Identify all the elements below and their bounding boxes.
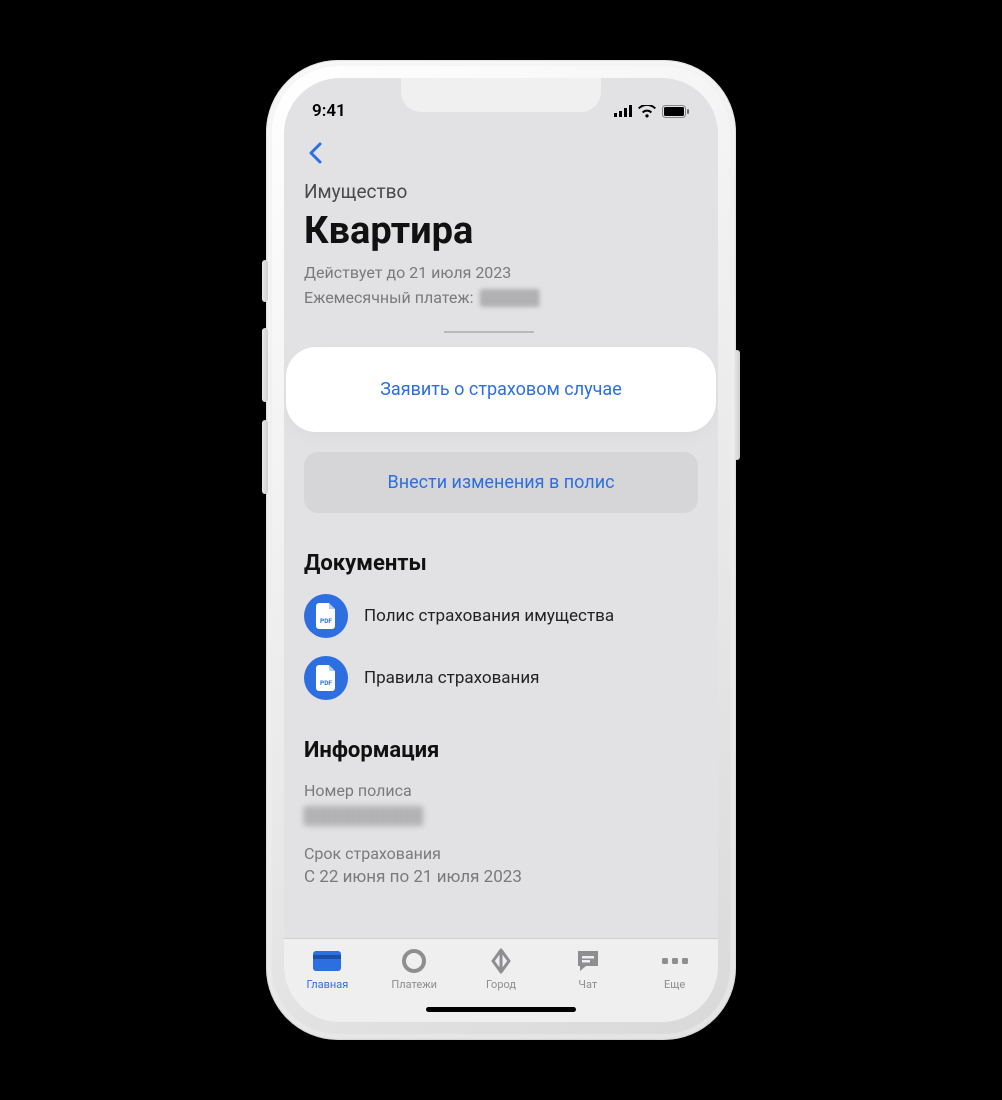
tab-label: Город <box>486 978 516 991</box>
phone-frame: 9:41 <box>266 60 736 1040</box>
tab-payments[interactable]: Платежи <box>378 947 450 991</box>
valid-until: Действует до 21 июля 2023 <box>304 263 698 282</box>
chat-icon <box>575 947 601 975</box>
tab-chat[interactable]: Чат <box>552 947 624 991</box>
report-claim-button[interactable]: Заявить о страховом случае <box>296 357 706 422</box>
policy-category: Имущество <box>304 180 698 203</box>
wifi-icon <box>638 105 656 118</box>
diamond-icon <box>487 947 515 975</box>
tab-label: Главная <box>306 978 348 991</box>
monthly-payment-row: Ежемесячный платеж: <box>304 288 698 307</box>
tab-label: Чат <box>578 978 597 991</box>
document-row[interactable]: PDF Полис страхования имущества <box>304 594 698 638</box>
svg-text:PDF: PDF <box>320 617 332 625</box>
tab-city[interactable]: Город <box>465 947 537 991</box>
home-indicator[interactable] <box>426 1007 576 1012</box>
status-bar: 9:41 <box>284 78 718 132</box>
status-time: 9:41 <box>312 101 346 121</box>
documents-title: Документы <box>304 551 698 576</box>
circle-icon <box>401 947 427 975</box>
term-value: С 22 июня по 21 июля 2023 <box>304 867 698 887</box>
tab-home[interactable]: Главная <box>291 947 363 991</box>
pdf-icon: PDF <box>304 656 348 700</box>
policy-number-label: Номер полиса <box>304 781 698 800</box>
document-row[interactable]: PDF Правила страхования <box>304 656 698 700</box>
document-label: Полис страхования имущества <box>364 606 614 626</box>
pdf-icon: PDF <box>304 594 348 638</box>
report-claim-label: Заявить о страховом случае <box>380 379 622 400</box>
page-title: Квартира <box>304 209 698 253</box>
more-icon <box>661 947 689 975</box>
monthly-payment-value-redacted <box>480 289 540 307</box>
amend-policy-button[interactable]: Внести изменения в полис <box>304 452 698 513</box>
divider <box>444 331 534 333</box>
svg-text:PDF: PDF <box>320 679 332 687</box>
tab-more[interactable]: Еще <box>639 947 711 991</box>
cellular-icon <box>614 105 632 117</box>
document-label: Правила страхования <box>364 668 540 688</box>
battery-icon <box>662 105 690 118</box>
policy-number-value-redacted <box>304 806 424 826</box>
monthly-payment-label: Ежемесячный платеж: <box>304 288 474 307</box>
tab-label: Еще <box>664 978 685 991</box>
tab-label: Платежи <box>391 978 437 991</box>
back-button[interactable] <box>300 133 330 176</box>
info-title: Информация <box>304 738 698 763</box>
card-icon <box>312 947 342 975</box>
amend-policy-label: Внести изменения в полис <box>387 472 614 493</box>
term-label: Срок страхования <box>304 844 698 863</box>
